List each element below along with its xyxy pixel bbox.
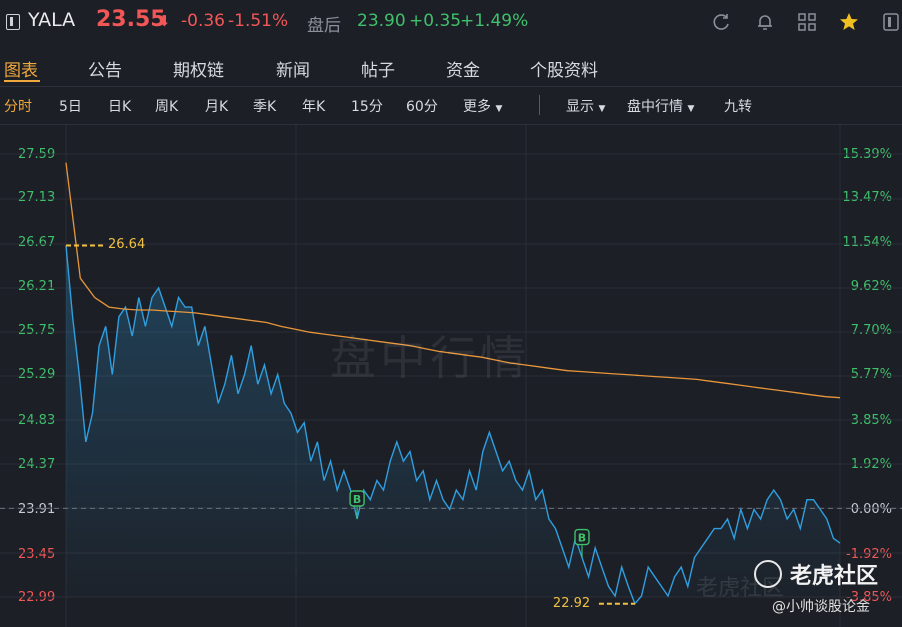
period-daily[interactable]: 日K: [108, 96, 131, 116]
price-area-fill: [66, 245, 840, 604]
stock-symbol: YALA: [28, 9, 76, 31]
period-bar: 分时 5日 日K 周K 月K 季K 年K 15分 60分 更多 ▼ 显示 ▼ 盘…: [0, 92, 902, 118]
menu-icon[interactable]: [882, 12, 902, 32]
chevron-down-icon: ▼: [687, 104, 695, 114]
period-yearly[interactable]: 年K: [302, 96, 325, 116]
period-15min[interactable]: 15分: [351, 96, 383, 116]
period-5d[interactable]: 5日: [59, 96, 82, 116]
last-price: 23.55: [96, 7, 166, 32]
star-icon[interactable]: [839, 12, 859, 32]
tab-news[interactable]: 新闻: [276, 56, 310, 81]
tab-bar: 图表 公告 期权链 新闻 帖子 资金 个股资料: [0, 48, 902, 86]
chevron-down-icon: ▼: [495, 104, 503, 114]
divider: [0, 86, 902, 87]
down-arrow-icon: ⬇: [158, 12, 171, 30]
period-monthly[interactable]: 月K: [205, 96, 228, 116]
tab-chart[interactable]: 图表: [4, 56, 38, 81]
nine-turn-toggle[interactable]: 九转: [724, 96, 752, 116]
high-price-label: 26.64: [108, 237, 146, 253]
tab-posts[interactable]: 帖子: [361, 56, 395, 81]
intraday-label: 盘中行情: [627, 99, 683, 115]
buy-marker-label: B: [353, 493, 361, 506]
tab-announcements[interactable]: 公告: [88, 56, 122, 81]
brand-logo: 老虎社区: [754, 558, 878, 590]
price-change: -0.36: [181, 11, 225, 31]
tab-options-chain[interactable]: 期权链: [173, 56, 224, 81]
tab-capital[interactable]: 资金: [446, 56, 480, 81]
intraday-dropdown[interactable]: 盘中行情 ▼: [627, 96, 694, 116]
display-label: 显示: [566, 99, 594, 115]
header: YALA 23.55 ⬇ -0.36 -1.51% 盘后 23.90 +0.35…: [0, 0, 902, 44]
grid-icon[interactable]: [797, 12, 817, 32]
period-more-label: 更多: [463, 99, 491, 115]
period-60min[interactable]: 60分: [406, 96, 438, 116]
author-credit: @小帅谈股论金: [772, 599, 870, 615]
chevron-down-icon: ▼: [598, 104, 606, 114]
after-hours-change-percent: +1.49%: [460, 11, 529, 31]
bell-icon[interactable]: [755, 12, 775, 32]
display-dropdown[interactable]: 显示 ▼: [566, 96, 605, 116]
period-quarterly[interactable]: 季K: [253, 96, 276, 116]
tab-profile[interactable]: 个股资料: [530, 56, 598, 81]
active-tab-indicator: [4, 80, 40, 82]
watermark: 盘中行情: [330, 331, 530, 385]
back-icon[interactable]: [6, 14, 20, 30]
after-hours-change: +0.35: [409, 11, 462, 31]
after-hours-label: 盘后: [307, 16, 341, 36]
period-more[interactable]: 更多 ▼: [463, 96, 502, 116]
divider: [539, 95, 540, 115]
buy-marker-label: B: [578, 532, 586, 545]
refresh-icon[interactable]: [712, 12, 732, 32]
period-intraday[interactable]: 分时: [4, 96, 32, 116]
low-price-label: 22.92: [552, 595, 591, 611]
period-weekly[interactable]: 周K: [155, 96, 178, 116]
price-change-percent: -1.51%: [228, 11, 289, 31]
brand-icon: [754, 560, 782, 588]
after-hours-price: 23.90: [357, 11, 406, 31]
brand-name: 老虎社区: [790, 564, 879, 589]
